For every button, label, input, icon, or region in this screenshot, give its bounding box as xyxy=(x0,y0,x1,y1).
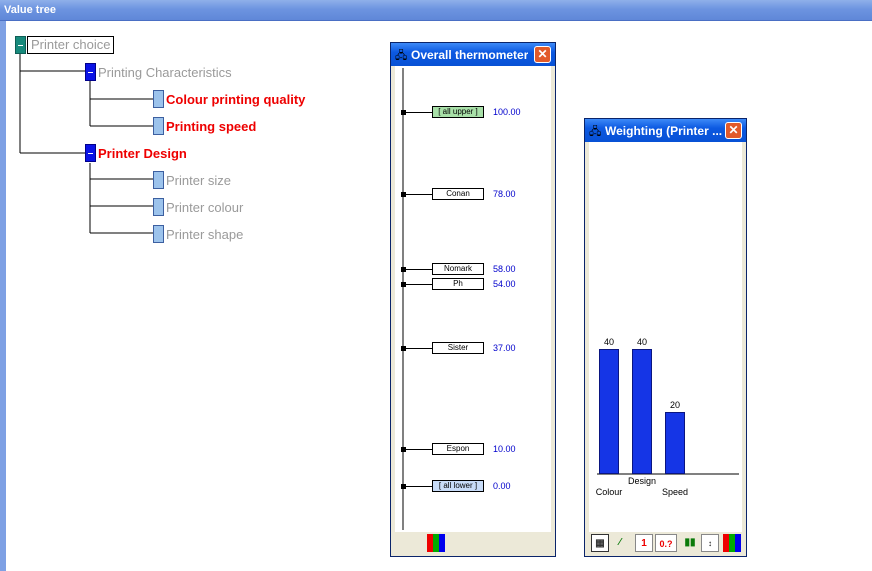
tree-node-printer-colour[interactable]: Printer colour xyxy=(153,198,243,216)
bar-category-label: Speed xyxy=(661,487,689,497)
option-score: 10.00 xyxy=(493,443,516,454)
option-label[interactable]: Conan xyxy=(432,188,484,201)
thermometer-title-bar[interactable]: 🖧 Overall thermometer ✕ xyxy=(391,43,555,66)
option-label[interactable]: [ all upper ] xyxy=(432,106,484,118)
thermometer-connector xyxy=(406,486,432,487)
weighting-window[interactable]: 🖧 Weighting (Printer ... ✕ 40 Colour 40 Des… xyxy=(584,118,747,557)
thermometer-connector xyxy=(406,194,432,196)
thermometer-connector xyxy=(406,347,432,349)
weight-bar-colour[interactable] xyxy=(599,349,619,474)
app-icon: 🖧 xyxy=(589,126,602,138)
window-title-bar[interactable]: Value tree xyxy=(0,0,872,21)
leaf-node-icon xyxy=(153,117,164,135)
weight-bar-design[interactable] xyxy=(632,349,652,474)
tree-node-label: Printer colour xyxy=(166,199,244,215)
thermometer-title: Overall thermometer xyxy=(411,48,529,62)
option-score: 54.00 xyxy=(493,279,516,290)
close-button[interactable]: ✕ xyxy=(725,122,742,139)
tree-node-root[interactable]: Printer choice xyxy=(15,36,115,54)
overall-thermometer-window[interactable]: 🖧 Overall thermometer ✕ [ all upper ] 100… xyxy=(390,42,556,557)
app-icon: 🖧 xyxy=(395,50,408,62)
table-view-icon[interactable]: ▦ xyxy=(591,534,609,552)
tree-node-printer-size[interactable]: Printer size xyxy=(153,171,231,189)
weighting-title-bar[interactable]: 🖧 Weighting (Printer ... ✕ xyxy=(585,119,746,142)
leaf-node-icon xyxy=(153,225,164,243)
option-label[interactable]: Ph xyxy=(432,278,484,291)
thermometer-row: Nomark 58.00 xyxy=(399,263,549,276)
tree-node-label: Printer choice xyxy=(27,36,115,54)
option-score: 100.00 xyxy=(493,107,521,117)
colour-grid-icon[interactable] xyxy=(723,534,741,552)
tree-node-colour-printing-quality[interactable]: Colour printing quality xyxy=(153,90,305,108)
option-score: 0.00 xyxy=(493,481,511,491)
bar-category-label: Design xyxy=(627,476,656,486)
tree-node-label: Printing Characteristics xyxy=(98,64,232,80)
window-title: Value tree xyxy=(4,4,56,16)
close-button[interactable]: ✕ xyxy=(534,46,551,63)
thermometer-toolbar xyxy=(395,532,551,554)
leaf-node-icon xyxy=(153,171,164,189)
sort-order-icon[interactable]: ↕ xyxy=(701,534,719,552)
tree-node-label: Printer size xyxy=(166,172,232,188)
collapse-icon[interactable] xyxy=(85,144,96,162)
thermometer-connector xyxy=(406,284,432,286)
bar-value-label: 40 xyxy=(636,337,647,348)
bar-value-label: 20 xyxy=(669,399,680,410)
tree-node-printing-speed[interactable]: Printing speed xyxy=(153,117,256,135)
thermometer-row: Sister 37.00 xyxy=(399,341,549,354)
thermometer-row: Conan 78.00 xyxy=(399,188,549,201)
thermometer-axis xyxy=(402,68,404,530)
collapse-icon[interactable] xyxy=(85,63,96,81)
collapse-icon[interactable] xyxy=(15,36,26,54)
tree-node-label: Printer shape xyxy=(166,226,244,242)
tree-node-printer-design[interactable]: Printer Design xyxy=(85,144,187,162)
weight-bar-speed[interactable] xyxy=(665,411,685,474)
thermometer-client: [ all upper ] 100.00 Conan 78.00 Nomark 58.00… xyxy=(395,66,551,532)
tree-node-printer-shape[interactable]: Printer shape xyxy=(153,225,243,243)
thermometer-row: Espon 10.00 xyxy=(399,442,549,455)
colour-grid-icon[interactable] xyxy=(427,534,445,552)
option-score: 58.00 xyxy=(493,264,516,275)
tree-node-label: Colour printing quality xyxy=(166,91,306,107)
bar-chart-icon[interactable]: ▮▮ xyxy=(681,534,699,552)
thermometer-row: [ all lower ] 0.00 xyxy=(399,480,549,492)
thermometer-connector xyxy=(406,112,432,113)
decimal-weights-button[interactable]: 0.? xyxy=(655,534,677,552)
weighting-chart-area: 40 Colour 40 Design 20 Speed xyxy=(589,142,742,532)
tree-node-printing-characteristics[interactable]: Printing Characteristics xyxy=(85,63,232,81)
edit-weights-icon[interactable]: ⁄ xyxy=(611,534,629,552)
weighting-toolbar: ▦ ⁄ 1 0.? ▮▮ ↕ xyxy=(589,532,742,554)
tree-node-label: Printer Design xyxy=(98,145,187,161)
thermometer-connector xyxy=(406,269,432,271)
thermometer-connector xyxy=(406,448,432,450)
leaf-node-icon xyxy=(153,90,164,108)
option-label[interactable]: Sister xyxy=(432,341,484,354)
option-label[interactable]: [ all lower ] xyxy=(432,480,484,492)
thermometer-row: [ all upper ] 100.00 xyxy=(399,106,549,118)
tree-node-label: Printing speed xyxy=(166,118,257,134)
option-label[interactable]: Nomark xyxy=(432,263,484,276)
option-score: 37.00 xyxy=(493,342,516,353)
bar-category-label: Colour xyxy=(595,487,623,497)
option-score: 78.00 xyxy=(493,189,516,200)
normalise-one-button[interactable]: 1 xyxy=(635,534,653,552)
thermometer-row: Ph 54.00 xyxy=(399,278,549,291)
weighting-title: Weighting (Printer ... xyxy=(605,124,722,138)
leaf-node-icon xyxy=(153,198,164,216)
option-label[interactable]: Espon xyxy=(432,442,484,455)
